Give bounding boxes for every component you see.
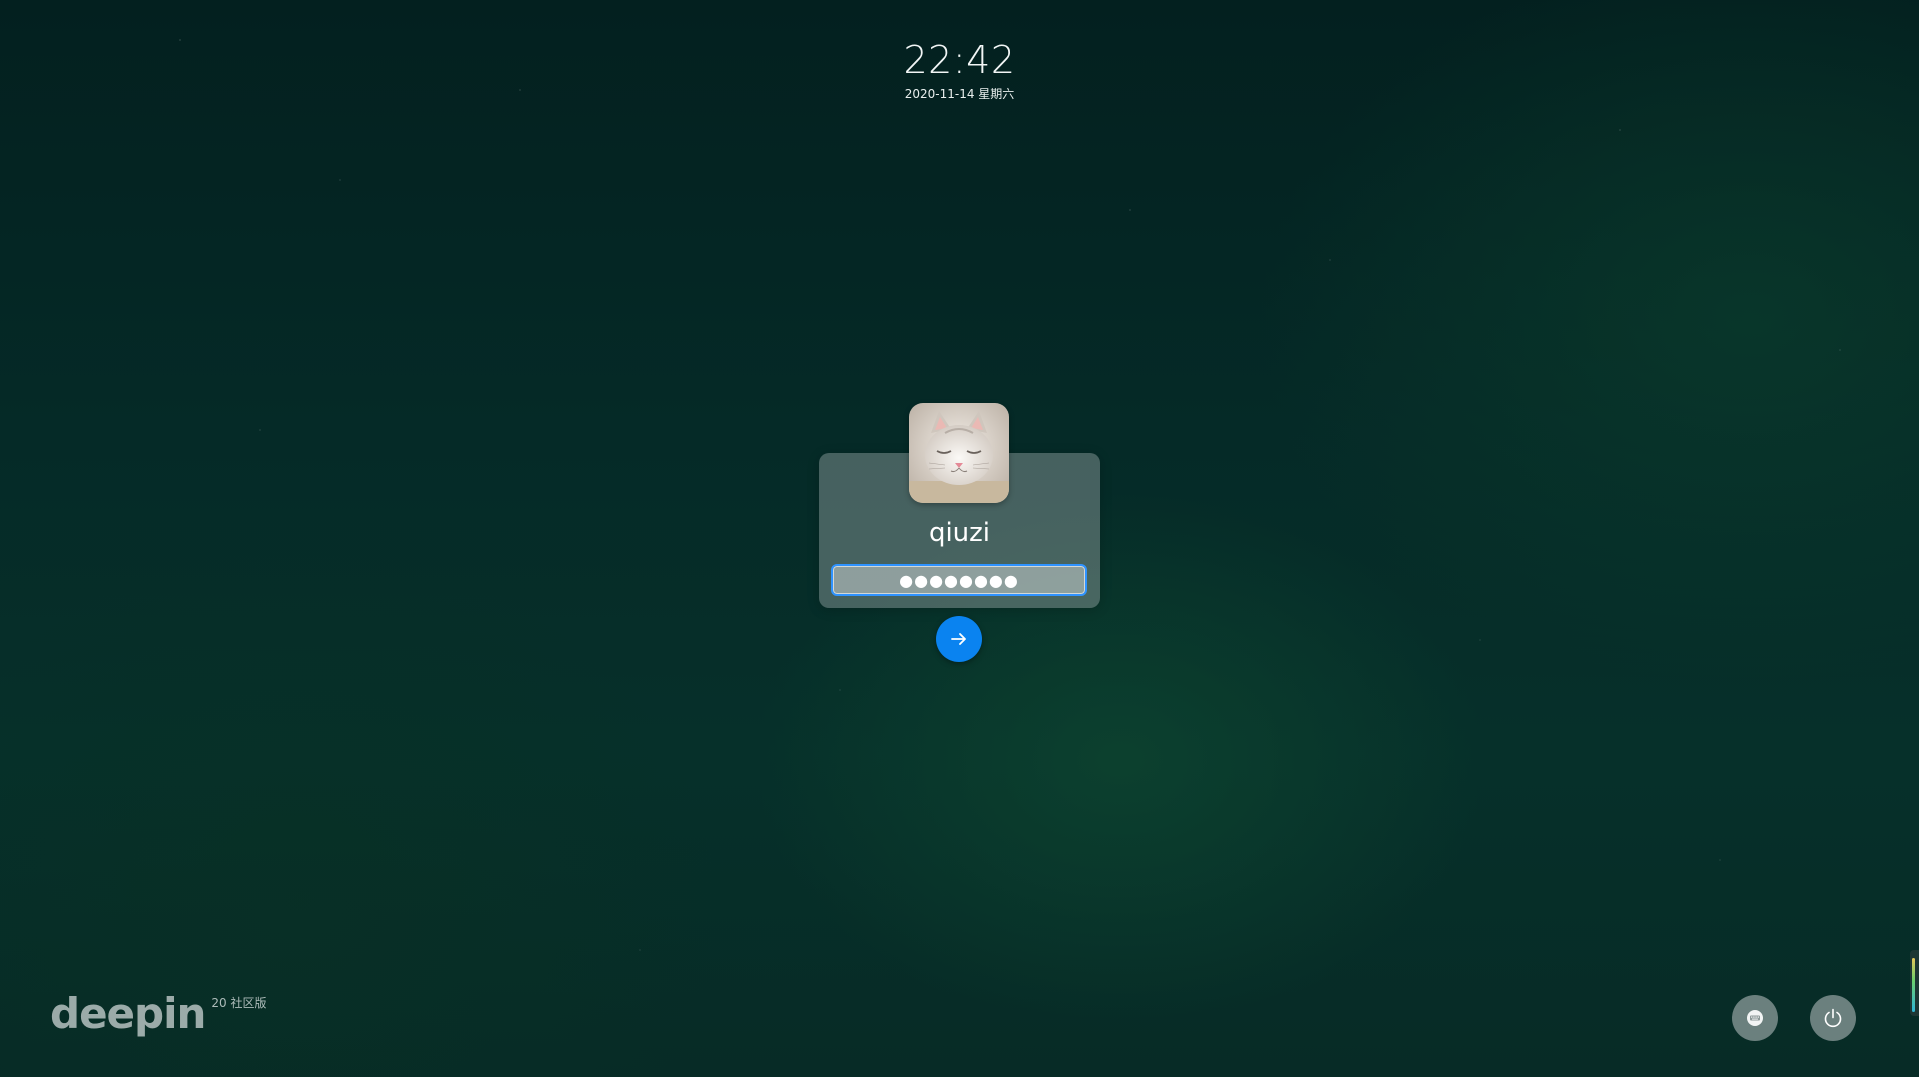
login-submit-button[interactable]	[936, 616, 982, 662]
clock: 22:42 2020-11-14 星期六	[0, 38, 1919, 102]
password-input[interactable]	[833, 566, 1085, 594]
deepin-logo: deepin	[50, 989, 206, 1038]
keyboard-layout-button[interactable]	[1732, 995, 1778, 1041]
power-icon	[1824, 1008, 1842, 1028]
edition-label: 20 社区版	[211, 996, 267, 1010]
cat-avatar-image	[909, 403, 1009, 503]
keyboard-icon	[1747, 1010, 1763, 1026]
username: qiuzi	[928, 518, 991, 548]
power-button[interactable]	[1810, 995, 1856, 1041]
volume-level-indicator	[1910, 950, 1919, 1016]
password-field[interactable]	[831, 564, 1087, 596]
volume-level-bar	[1912, 958, 1915, 1012]
brand: deepin 20 社区版	[50, 990, 267, 1038]
avatar[interactable]	[909, 403, 1009, 503]
arrow-right-icon	[951, 633, 966, 645]
clock-time: 22:42	[903, 38, 1016, 82]
clock-date: 2020-11-14 星期六	[904, 87, 1015, 101]
